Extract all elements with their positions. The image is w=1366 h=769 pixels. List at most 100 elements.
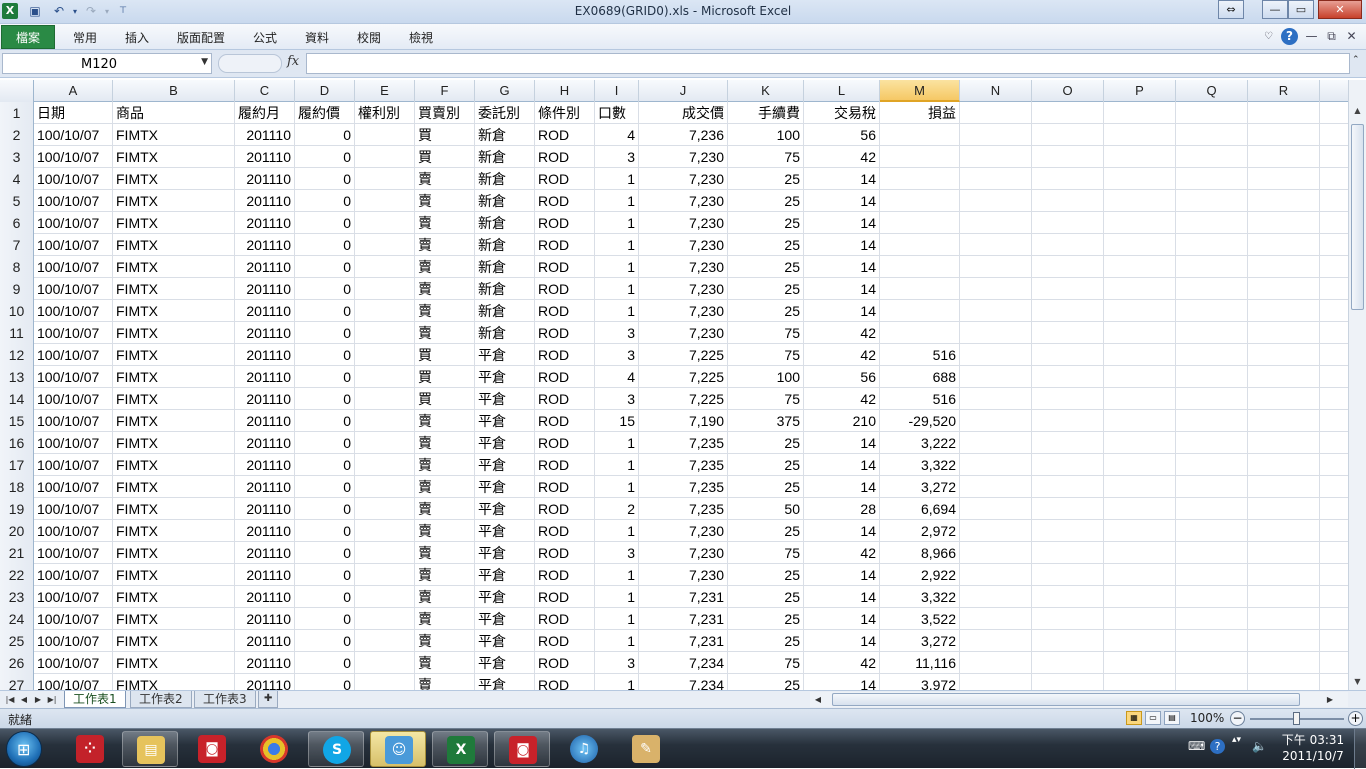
cell-d[interactable]: 0 [295, 366, 355, 388]
column-header-g[interactable]: G [475, 80, 535, 102]
row-header[interactable]: 8 [0, 256, 34, 278]
cell-c[interactable]: 201110 [235, 432, 295, 454]
cell-p[interactable] [1104, 212, 1176, 234]
cell-q[interactable] [1176, 498, 1248, 520]
cell-m[interactable]: 2,922 [880, 564, 960, 586]
cell-o[interactable] [1032, 630, 1104, 652]
cell-q[interactable] [1176, 586, 1248, 608]
cell-h[interactable]: ROD [535, 146, 595, 168]
cell-a[interactable]: 100/10/07 [34, 652, 113, 674]
cell-h[interactable]: ROD [535, 344, 595, 366]
chevron-down-icon[interactable]: ▼ [201, 57, 208, 67]
cell-o[interactable] [1032, 366, 1104, 388]
cell-g[interactable]: 平倉 [475, 366, 535, 388]
cell-p[interactable] [1104, 476, 1176, 498]
cell-r[interactable] [1248, 674, 1320, 690]
worksheet-grid[interactable]: ABCDEFGHIJKLMNOPQR 1 日期 商品 履約月 履約價 權利別 買賣別 委託別條… [0, 80, 1348, 690]
cell-c[interactable]: 201110 [235, 234, 295, 256]
cell-p[interactable] [1104, 630, 1176, 652]
help-icon[interactable]: ? [1281, 28, 1298, 45]
cell-l[interactable]: 14 [804, 608, 880, 630]
cell-h[interactable]: ROD [535, 454, 595, 476]
cell-c[interactable]: 201110 [235, 212, 295, 234]
column-header-d[interactable]: D [295, 80, 355, 102]
cell-r[interactable] [1248, 542, 1320, 564]
cell-e[interactable] [355, 388, 415, 410]
cell-g[interactable]: 平倉 [475, 476, 535, 498]
column-header-j[interactable]: J [639, 80, 728, 102]
cell-h[interactable]: ROD [535, 476, 595, 498]
cell-i[interactable]: 4 [595, 366, 639, 388]
cell-a[interactable]: 100/10/07 [34, 234, 113, 256]
cell-n[interactable] [960, 454, 1032, 476]
cell-k[interactable]: 75 [728, 542, 804, 564]
speaker-icon[interactable]: 🔈 [1252, 739, 1267, 753]
cell-a[interactable]: 100/10/07 [34, 542, 113, 564]
cell-q[interactable] [1176, 630, 1248, 652]
cell-a[interactable]: 100/10/07 [34, 344, 113, 366]
cell-a[interactable]: 100/10/07 [34, 432, 113, 454]
vertical-scrollbar[interactable]: ▲ ▼ [1348, 80, 1366, 690]
cell-q[interactable] [1176, 190, 1248, 212]
cell-m[interactable]: 3,272 [880, 630, 960, 652]
row-header[interactable]: 26 [0, 652, 34, 674]
tab-page-layout[interactable]: 版面配置 [177, 29, 225, 46]
cell-a[interactable]: 100/10/07 [34, 564, 113, 586]
cell-d[interactable]: 0 [295, 476, 355, 498]
cell-i[interactable]: 3 [595, 652, 639, 674]
cell-m[interactable] [880, 190, 960, 212]
cell-b[interactable]: FIMTX [113, 256, 235, 278]
cell-j[interactable]: 7,234 [639, 674, 728, 690]
cell-d[interactable]: 0 [295, 278, 355, 300]
cell-j[interactable]: 7,230 [639, 256, 728, 278]
cell-g[interactable]: 平倉 [475, 432, 535, 454]
insert-sheet-icon[interactable]: ✚ [258, 691, 279, 708]
cell-c[interactable]: 201110 [235, 674, 295, 690]
cell-h[interactable]: ROD [535, 652, 595, 674]
cell-o[interactable] [1032, 652, 1104, 674]
cell-n[interactable] [960, 674, 1032, 690]
cell-p[interactable] [1104, 608, 1176, 630]
cell-f[interactable]: 賣 [415, 542, 475, 564]
restore-ribbon-button[interactable]: ⇔ [1218, 0, 1244, 19]
cell-k[interactable]: 100 [728, 124, 804, 146]
cell-r[interactable] [1248, 212, 1320, 234]
cell-m[interactable]: -29,520 [880, 410, 960, 432]
cell-j[interactable]: 7,235 [639, 476, 728, 498]
cell-e[interactable] [355, 366, 415, 388]
cell-o[interactable] [1032, 278, 1104, 300]
cell-o[interactable] [1032, 432, 1104, 454]
cell-c[interactable]: 201110 [235, 476, 295, 498]
cell-p[interactable] [1104, 410, 1176, 432]
cell-d[interactable]: 0 [295, 234, 355, 256]
cell-b[interactable]: FIMTX [113, 190, 235, 212]
cell-l[interactable]: 14 [804, 300, 880, 322]
cell-m[interactable]: 3,272 [880, 476, 960, 498]
column-header-b[interactable]: B [113, 80, 235, 102]
scroll-down-icon[interactable]: ▼ [1349, 673, 1366, 690]
cell-e[interactable] [355, 564, 415, 586]
taskbar-app-2[interactable]: ◙ [184, 731, 240, 767]
sheet-tab-1[interactable]: 工作表1 [64, 691, 126, 708]
cell-r[interactable] [1248, 586, 1320, 608]
taskbar-messenger[interactable]: ☺ [370, 731, 426, 767]
cell-o[interactable] [1032, 322, 1104, 344]
cell-f[interactable]: 賣 [415, 586, 475, 608]
cell-d[interactable]: 0 [295, 168, 355, 190]
cell-a[interactable]: 100/10/07 [34, 674, 113, 690]
taskbar-chrome[interactable] [246, 731, 302, 767]
cell-l[interactable]: 56 [804, 366, 880, 388]
cell-h[interactable]: ROD [535, 124, 595, 146]
cell-n[interactable] [960, 102, 1032, 124]
cell-p[interactable] [1104, 454, 1176, 476]
cell-r[interactable] [1248, 388, 1320, 410]
cell-r[interactable] [1248, 454, 1320, 476]
row-header[interactable]: 3 [0, 146, 34, 168]
cell-n[interactable] [960, 564, 1032, 586]
cell-h[interactable]: ROD [535, 234, 595, 256]
cell-f[interactable]: 賣 [415, 256, 475, 278]
cell-c[interactable]: 201110 [235, 388, 295, 410]
cell-a[interactable]: 100/10/07 [34, 520, 113, 542]
cell-l[interactable]: 14 [804, 278, 880, 300]
cell-k[interactable]: 25 [728, 608, 804, 630]
